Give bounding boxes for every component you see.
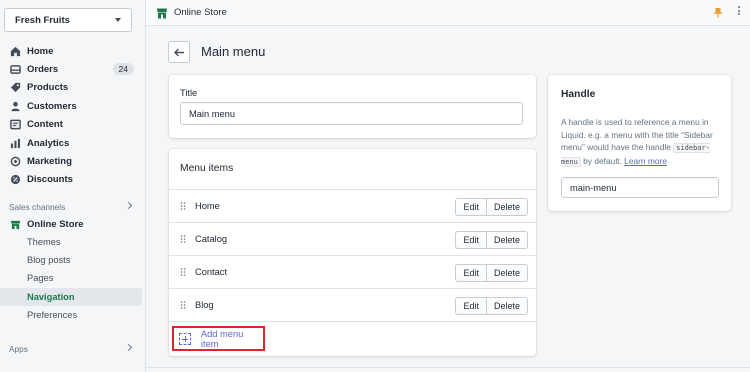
row-actions: Edit Delete: [455, 231, 528, 249]
sidebar-item-discounts[interactable]: Discounts: [0, 171, 146, 189]
apps-label: Apps: [9, 344, 28, 354]
menu-item-row: Blog Edit Delete: [169, 288, 536, 321]
delete-button[interactable]: Delete: [486, 264, 528, 282]
back-button[interactable]: [168, 41, 190, 63]
store-icon: [10, 220, 21, 229]
chevron-right-icon[interactable]: [124, 201, 133, 210]
row-actions: Edit Delete: [455, 198, 528, 216]
menu-item-row: Contact Edit Delete: [169, 255, 536, 288]
edit-button[interactable]: Edit: [455, 198, 487, 216]
title-field-label: Title: [180, 88, 198, 98]
drag-handle-icon[interactable]: [180, 235, 186, 243]
handle-input[interactable]: main-menu: [561, 177, 719, 198]
sidebar-subitem-navigation[interactable]: Navigation: [0, 288, 142, 306]
sidebar-item-label: Discounts: [27, 174, 73, 186]
main-nav: Home Orders 24 Products Customers Conten…: [0, 42, 146, 189]
delete-button[interactable]: Delete: [486, 231, 528, 249]
arrow-left-icon: [173, 48, 184, 56]
pin-icon[interactable]: [714, 8, 722, 18]
edit-button[interactable]: Edit: [455, 231, 487, 249]
home-icon: [10, 46, 21, 56]
store-icon: [157, 8, 167, 18]
menu-item-row: Home Edit Delete: [169, 189, 536, 222]
help-text-part: by default.: [580, 155, 625, 166]
sidebar-item-label: Analytics: [27, 137, 70, 149]
sales-channels-label: Sales channels: [9, 202, 66, 212]
sidebar-subitem-blog-posts[interactable]: Blog posts: [0, 251, 142, 269]
delete-button[interactable]: Delete: [486, 297, 528, 315]
chevron-right-icon[interactable]: [124, 343, 133, 352]
menu-item-label: Contact: [195, 267, 228, 277]
orders-count-badge: 24: [112, 63, 134, 76]
sidebar-item-label: Customers: [27, 100, 77, 112]
drag-handle-icon[interactable]: [180, 202, 186, 210]
row-divider: [169, 321, 536, 322]
content-icon: [10, 119, 21, 130]
add-menu-item-label: Add menu item: [200, 328, 244, 349]
edit-button[interactable]: Edit: [455, 297, 487, 315]
row-actions: Edit Delete: [455, 264, 528, 282]
drag-handle-icon[interactable]: [180, 301, 186, 309]
handle-title: Handle: [561, 89, 596, 100]
sidebar-item-customers[interactable]: Customers: [0, 97, 146, 115]
menu-item-label: Catalog: [195, 234, 228, 244]
sidebar-subitem-pages[interactable]: Pages: [0, 269, 142, 287]
orders-icon: [10, 65, 21, 74]
analytics-icon: [10, 138, 20, 148]
page-title: Main menu: [201, 44, 266, 59]
menu-item-row: Catalog Edit Delete: [169, 222, 536, 255]
sidebar-item-label: Marketing: [27, 156, 72, 168]
sidebar-item-marketing[interactable]: Marketing: [0, 152, 146, 170]
row-actions: Edit Delete: [455, 297, 528, 315]
add-menu-item-button[interactable]: Add menu item: [172, 326, 265, 351]
learn-more-link[interactable]: Learn more: [624, 156, 667, 166]
menu-item-label: Home: [195, 201, 220, 211]
sidebar-item-analytics[interactable]: Analytics: [0, 134, 146, 152]
edit-button[interactable]: Edit: [455, 264, 487, 282]
more-actions-icon[interactable]: [738, 6, 740, 15]
handle-help-text: A handle is used to reference a menu in …: [561, 116, 721, 168]
marketing-icon: [10, 156, 21, 167]
menu-item-label: Blog: [195, 300, 214, 310]
sidebar-item-home[interactable]: Home: [0, 42, 146, 60]
sidebar-item-online-store[interactable]: Online Store: [0, 215, 146, 233]
delete-button[interactable]: Delete: [486, 198, 528, 216]
sidebar-item-content[interactable]: Content: [0, 116, 146, 134]
menu-items-heading: Menu items: [180, 163, 234, 174]
sidebar-item-label: Products: [27, 82, 69, 94]
topbar-title: Online Store: [174, 7, 227, 18]
title-input[interactable]: Main menu: [180, 102, 523, 125]
sidebar-item-label: Home: [27, 45, 54, 57]
sidebar-item-orders[interactable]: Orders 24: [0, 60, 146, 78]
store-name: Fresh Fruits: [15, 14, 70, 26]
sidebar-item-label: Online Store: [27, 218, 84, 230]
top-bar: Online Store: [146, 0, 750, 26]
customers-icon: [11, 101, 20, 111]
sidebar: Fresh Fruits Home Orders 24 Products Cus…: [0, 0, 146, 372]
chevron-down-icon: [115, 18, 121, 22]
sidebar-subitem-themes[interactable]: Themes: [0, 233, 142, 251]
store-selector[interactable]: Fresh Fruits: [4, 8, 132, 32]
sidebar-item-label: Orders: [27, 64, 59, 76]
divider: [146, 367, 750, 368]
sidebar-item-products[interactable]: Products: [0, 79, 146, 97]
drag-handle-icon[interactable]: [180, 268, 186, 276]
sidebar-subitem-preferences[interactable]: Preferences: [0, 306, 142, 324]
sidebar-item-label: Content: [27, 119, 63, 131]
add-icon: [179, 332, 191, 345]
discounts-icon: [10, 175, 21, 185]
products-icon: [10, 83, 21, 93]
